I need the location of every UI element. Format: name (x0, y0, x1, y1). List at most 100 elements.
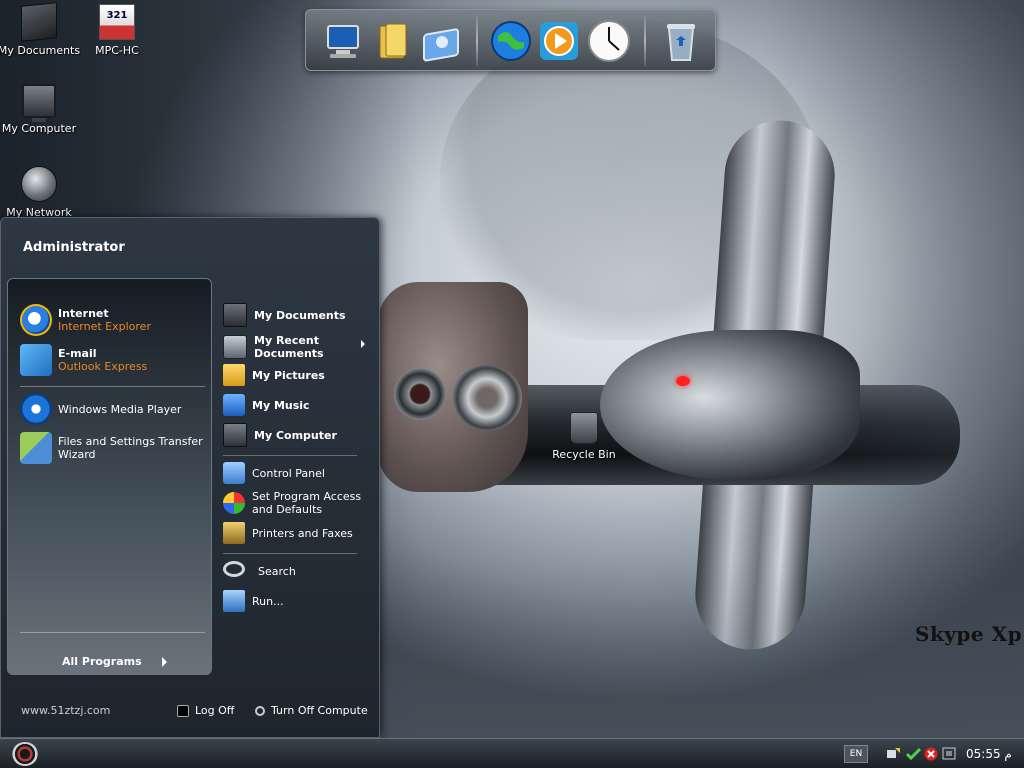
mpc-hc-icon: 321 (99, 4, 135, 40)
my-computer-icon (223, 423, 247, 447)
chevron-right-icon (361, 340, 365, 348)
start-item-label: Run... (252, 594, 284, 608)
start-item-text: My Recent Documents (254, 334, 324, 360)
desktop-icon-label: Recycle Bin (552, 448, 616, 461)
tray-display-icon[interactable] (942, 747, 957, 761)
my-computer-icon (22, 84, 56, 122)
turn-off-button[interactable]: Turn Off Compute (255, 704, 368, 717)
all-programs-label: All Programs (62, 655, 142, 668)
start-menu-separator (20, 632, 205, 633)
start-item-run[interactable]: Run... (223, 589, 371, 613)
desktop-icon-mpc-hc[interactable]: 321 MPC-HC (72, 4, 162, 57)
log-off-icon (177, 704, 189, 717)
log-off-label: Log Off (195, 704, 235, 717)
start-item-label: My Recent (254, 334, 319, 347)
taskbar: EN 05:55 م (0, 738, 1024, 768)
start-item-label: My Pictures (252, 368, 325, 382)
dock-separator (644, 16, 646, 66)
start-menu-user-name: Administrator (23, 240, 125, 255)
start-item-printers-faxes[interactable]: Printers and Faxes (223, 521, 371, 545)
wallpaper-ring (394, 368, 446, 420)
start-menu-separator (223, 455, 357, 456)
start-item-label: Printers and Faxes (252, 526, 353, 540)
start-item-set-program-access[interactable]: Set Program Access and Defaults (223, 488, 371, 518)
my-documents-icon (21, 2, 57, 42)
recent-documents-icon (223, 335, 247, 359)
desktop-icon-label: My Computer (1, 122, 77, 135)
wallpaper-ring (452, 365, 522, 431)
start-item-my-documents[interactable]: My Documents (223, 303, 371, 327)
start-item-label: My Computer (254, 428, 337, 442)
start-item-title: E-mail (58, 347, 97, 360)
start-button[interactable] (12, 742, 38, 766)
start-item-label: Documents (254, 347, 324, 360)
start-item-text: Internet Internet Explorer (58, 307, 151, 333)
tray-network-icon[interactable] (886, 747, 901, 761)
chevron-right-icon (161, 656, 167, 667)
start-item-text: Windows Media Player (58, 403, 181, 416)
dock-globe-icon[interactable] (488, 18, 534, 64)
recycle-bin-icon (570, 412, 598, 444)
desktop-icon-recycle-bin[interactable]: Recycle Bin (539, 412, 629, 461)
taskbar-clock[interactable]: 05:55 م (966, 747, 1012, 761)
desktop-icon-label: MPC-HC (95, 44, 139, 57)
start-item-email[interactable]: E-mail Outlook Express (20, 341, 205, 379)
wallpaper-dragon-eye (676, 376, 690, 386)
start-item-windows-media-player[interactable]: Windows Media Player (20, 390, 205, 428)
desktop-icon-my-computer[interactable]: My Computer (0, 84, 84, 135)
language-indicator[interactable]: EN (844, 745, 868, 763)
control-panel-icon (223, 462, 245, 484)
dock-media-player-icon[interactable] (536, 18, 582, 64)
turn-off-label: Turn Off Compute (271, 704, 368, 717)
start-item-my-pictures[interactable]: My Pictures (223, 363, 371, 387)
my-network-icon (21, 166, 57, 202)
start-item-label: My Music (252, 398, 310, 412)
dock-folder-icon[interactable] (370, 18, 416, 64)
my-documents-icon (223, 303, 247, 327)
start-item-label: Search (258, 564, 296, 578)
log-off-button[interactable]: Log Off (177, 704, 234, 717)
start-item-text: E-mail Outlook Express (58, 347, 147, 373)
run-icon (223, 590, 245, 612)
start-item-control-panel[interactable]: Control Panel (223, 461, 371, 485)
start-item-label: Control Panel (252, 466, 325, 480)
start-item-label: Wizard (58, 448, 96, 461)
start-item-my-music[interactable]: My Music (223, 393, 371, 417)
desktop-icon-my-network[interactable]: My Network (0, 166, 84, 219)
search-icon (223, 561, 245, 577)
start-item-label: Set Program Access (252, 490, 362, 503)
tray-error-icon[interactable] (924, 747, 939, 761)
start-item-subtitle: Internet Explorer (58, 320, 151, 333)
start-item-label: Windows Media Player (58, 402, 182, 416)
dock-clock-icon[interactable] (586, 18, 632, 64)
start-item-files-settings-transfer[interactable]: Files and Settings Transfer Wizard (20, 429, 205, 467)
start-menu-left-pane: Internet Internet Explorer E-mail Outloo… (7, 278, 212, 675)
start-item-title: Internet (58, 307, 109, 320)
start-menu-separator (20, 386, 205, 387)
start-item-internet[interactable]: Internet Internet Explorer (20, 301, 205, 339)
start-item-my-computer[interactable]: My Computer (223, 423, 371, 447)
all-programs-button[interactable]: All Programs (62, 655, 167, 668)
start-item-text: Files and Settings Transfer Wizard (58, 435, 203, 461)
printer-icon (223, 522, 245, 544)
ie-icon (20, 304, 52, 336)
my-music-icon (223, 394, 245, 416)
wmp-icon (20, 393, 52, 425)
dock-bar (305, 9, 716, 71)
start-item-label: Files and Settings Transfer (58, 435, 203, 448)
start-item-text: Set Program Access and Defaults (252, 490, 361, 516)
start-menu-separator (223, 553, 357, 554)
start-menu: Administrator Internet Internet Explorer… (0, 217, 380, 738)
start-item-label: and Defaults (252, 503, 323, 516)
dock-monitor-icon[interactable] (320, 18, 366, 64)
tray-check-icon[interactable] (905, 747, 922, 761)
dock-separator (476, 16, 478, 66)
start-item-search[interactable]: Search (223, 559, 371, 583)
power-icon (255, 705, 265, 716)
dock-network-folder-icon[interactable] (418, 18, 464, 64)
dock-recycle-bin-icon[interactable] (658, 18, 704, 64)
start-item-my-recent-documents[interactable]: My Recent Documents (223, 332, 371, 362)
start-item-label: My Documents (254, 308, 346, 322)
wallpaper-brand-text: Skype Xp (915, 622, 1023, 646)
mail-icon (20, 344, 52, 376)
